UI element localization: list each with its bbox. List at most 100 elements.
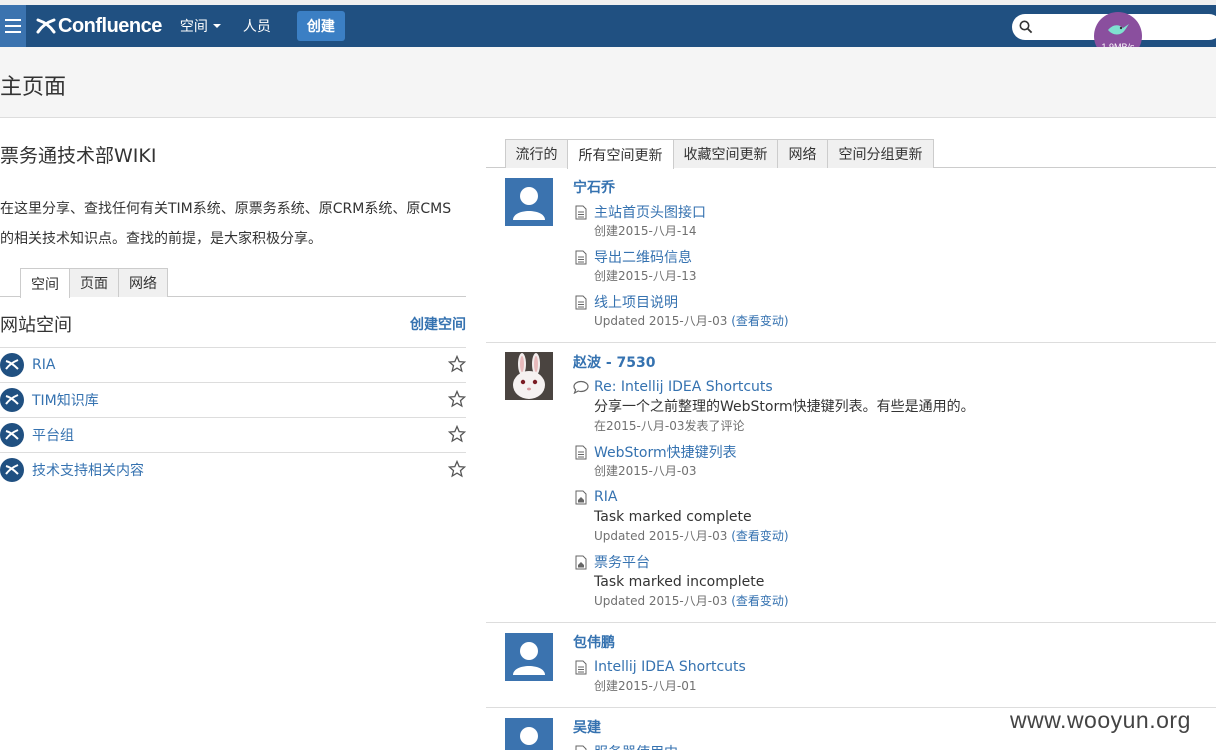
user-name[interactable]: 吴建 — [573, 717, 601, 737]
watermark-text: www.wooyun.org — [1010, 707, 1191, 733]
space-name[interactable]: 平台组 — [32, 425, 74, 445]
task-status: Task marked complete — [594, 509, 752, 525]
page-title-bar: 主页面 — [0, 47, 1216, 118]
item-meta: Updated 2015-八月-03 (查看变动) — [594, 592, 1193, 610]
page-link[interactable]: 导出二维码信息 — [594, 247, 692, 267]
space-item-ria[interactable]: RIA — [0, 347, 466, 382]
site-spaces-header: 网站空间 创建空间 — [0, 311, 466, 337]
space-name[interactable]: 技术支持相关内容 — [32, 460, 144, 480]
view-change-link[interactable]: (查看变动) — [731, 594, 788, 608]
space-link[interactable]: RIA — [594, 489, 617, 505]
space-name[interactable]: RIA — [32, 357, 55, 373]
tab-favourite-updates[interactable]: 收藏空间更新 — [673, 139, 778, 168]
space-item-support[interactable]: 技术支持相关内容 — [0, 452, 466, 487]
page-icon — [573, 249, 589, 265]
meta-text: Updated 2015-八月-03 — [594, 529, 728, 543]
view-change-link[interactable]: (查看变动) — [731, 314, 788, 328]
page-link[interactable]: 线上项目说明 — [594, 292, 678, 312]
tab-network[interactable]: 网络 — [118, 268, 168, 297]
top-navigation-bar: Confluence 空间 人员 创建 1.9MB/s — [0, 5, 1216, 60]
create-button[interactable]: 创建 — [296, 11, 345, 41]
default-user-icon — [513, 187, 545, 220]
page-title: 主页面 — [0, 75, 67, 100]
left-tabs: 空间 页面 网络 — [0, 268, 466, 298]
bird-icon — [1108, 23, 1129, 34]
feed-entry: 赵波 - 7530 Re: Intellij IDEA Shortcuts 分享… — [486, 343, 1216, 623]
menu-icon[interactable] — [0, 5, 26, 47]
avatar[interactable] — [505, 718, 553, 750]
page-link[interactable]: WebStorm快捷键列表 — [594, 442, 737, 462]
avatar[interactable] — [505, 633, 553, 681]
nav-people[interactable]: 人员 — [243, 16, 271, 36]
create-space-link[interactable]: 创建空间 — [410, 314, 466, 334]
space-item-tim[interactable]: TIM知识库 — [0, 382, 466, 417]
avatar[interactable] — [505, 178, 553, 226]
feed-item: Re: Intellij IDEA Shortcuts 分享一个之前整理的Web… — [573, 377, 1193, 435]
page-link[interactable]: 主站首页头图接口 — [594, 202, 706, 222]
space-description: 在这里分享、查找任何有关TIM系统、原票务系统、原CRM系统、原CMS的相关技术… — [0, 201, 452, 247]
space-name[interactable]: TIM知识库 — [32, 390, 99, 410]
activity-tabs: 流行的 所有空间更新 收藏空间更新 网络 空间分组更新 — [486, 139, 1216, 169]
feed-item: 导出二维码信息 创建2015-八月-13 — [573, 247, 1193, 285]
item-meta: 创建2015-八月-03 — [594, 464, 697, 478]
comment-excerpt: 分享一个之前整理的WebStorm快捷键列表。有些是通用的。 — [594, 399, 975, 415]
space-logo-icon — [0, 353, 24, 377]
page-icon — [573, 444, 589, 460]
chevron-down-icon — [212, 24, 221, 28]
meta-text: Updated 2015-八月-03 — [594, 594, 728, 608]
feed-item: 主站首页头图接口 创建2015-八月-14 — [573, 202, 1193, 240]
confluence-x-icon — [36, 18, 56, 34]
space-logo-icon — [0, 388, 24, 412]
nav-spaces-dropdown[interactable]: 空间 — [180, 16, 221, 36]
tab-pages[interactable]: 页面 — [69, 268, 119, 297]
item-meta: 创建2015-八月-14 — [594, 224, 697, 238]
space-item-platform[interactable]: 平台组 — [0, 417, 466, 452]
feed-item: 线上项目说明 Updated 2015-八月-03 (查看变动) — [573, 292, 1193, 330]
tab-all-updates[interactable]: 所有空间更新 — [567, 139, 674, 169]
feed-item: Intellij IDEA Shortcuts 创建2015-八月-01 — [573, 657, 1193, 695]
task-status: Task marked incomplete — [594, 574, 765, 590]
space-link[interactable]: 票务平台 — [594, 552, 650, 572]
page-icon — [573, 204, 589, 220]
feed-item: RIA Task marked complete Updated 2015-八月… — [573, 487, 1193, 545]
space-home-icon — [573, 554, 589, 570]
confluence-logo[interactable]: Confluence — [36, 15, 162, 38]
tab-spaces[interactable]: 空间 — [20, 268, 70, 298]
feed-entry: 宁石乔 主站首页头图接口 创建2015-八月-14 导出二维码信息 创建2015… — [486, 168, 1216, 343]
default-user-icon — [520, 727, 538, 745]
star-icon[interactable] — [448, 355, 466, 373]
comment-icon — [573, 379, 589, 395]
page-link[interactable]: 服务器使用中 — [594, 742, 678, 750]
activity-feed: 宁石乔 主站首页头图接口 创建2015-八月-14 导出二维码信息 创建2015… — [486, 168, 1216, 750]
feed-item: 票务平台 Task marked incomplete Updated 2015… — [573, 552, 1193, 610]
user-name[interactable]: 包伟鹏 — [573, 632, 615, 652]
site-spaces-title: 网站空间 — [0, 315, 72, 336]
view-change-link[interactable]: (查看变动) — [731, 529, 788, 543]
star-icon[interactable] — [448, 425, 466, 443]
item-meta: Updated 2015-八月-03 (查看变动) — [594, 312, 1193, 330]
space-logo-icon — [0, 458, 24, 482]
page-link[interactable]: Intellij IDEA Shortcuts — [594, 659, 746, 675]
tab-network[interactable]: 网络 — [777, 139, 828, 168]
space-home-icon — [573, 489, 589, 505]
item-meta: Updated 2015-八月-03 (查看变动) — [594, 527, 1193, 545]
nav-spaces-label: 空间 — [179, 19, 208, 35]
default-user-icon — [513, 642, 545, 675]
item-meta: 创建2015-八月-01 — [594, 679, 697, 693]
search-icon — [1019, 20, 1033, 34]
page-icon — [573, 659, 589, 675]
feed-item: WebStorm快捷键列表 创建2015-八月-03 — [573, 442, 1193, 480]
comment-link[interactable]: Re: Intellij IDEA Shortcuts — [594, 379, 773, 395]
tab-popular[interactable]: 流行的 — [505, 139, 568, 168]
brand-name: Confluence — [58, 14, 162, 37]
item-meta: 在2015-八月-03发表了评论 — [594, 419, 745, 433]
tab-space-category-updates[interactable]: 空间分组更新 — [827, 139, 934, 168]
user-name[interactable]: 赵波 - 7530 — [573, 352, 656, 372]
space-title: 票务通技术部WIKI — [0, 145, 157, 167]
feed-item: 服务器使用中 — [573, 742, 1193, 750]
user-name[interactable]: 宁石乔 — [573, 177, 615, 197]
star-icon[interactable] — [448, 460, 466, 478]
star-icon[interactable] — [448, 390, 466, 408]
avatar[interactable] — [505, 352, 553, 400]
meta-text: Updated 2015-八月-03 — [594, 314, 728, 328]
